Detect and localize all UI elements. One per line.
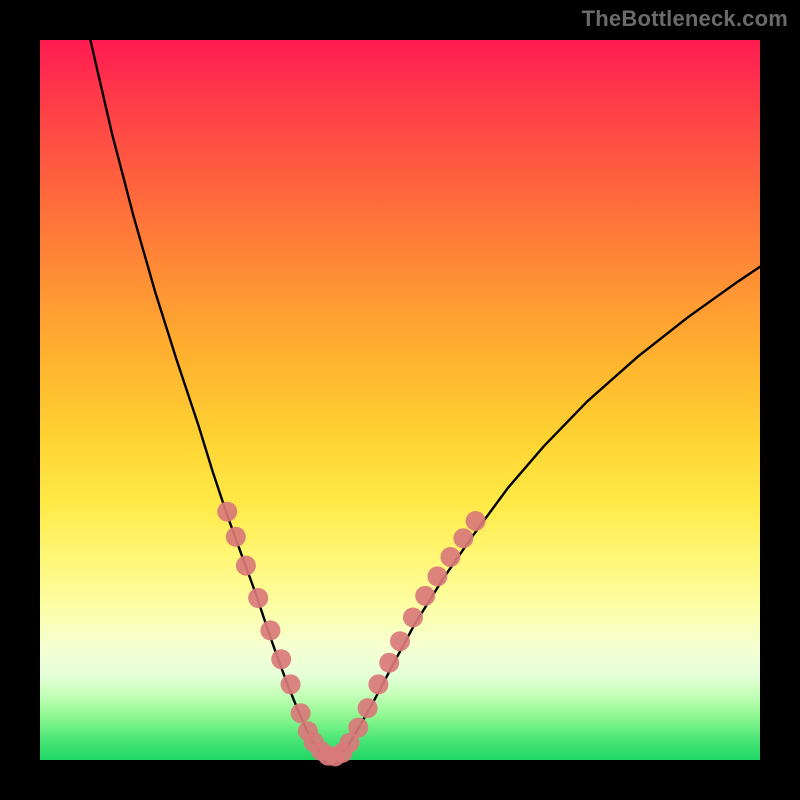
marker-group: [217, 502, 485, 767]
data-marker: [348, 718, 368, 738]
data-marker: [217, 502, 237, 522]
data-marker: [466, 511, 486, 531]
watermark-text: TheBottleneck.com: [582, 6, 788, 32]
chart-frame: TheBottleneck.com: [0, 0, 800, 800]
data-marker: [281, 674, 301, 694]
data-marker: [248, 588, 268, 608]
data-marker: [260, 620, 280, 640]
data-marker: [453, 528, 473, 548]
data-marker: [390, 631, 410, 651]
data-marker: [427, 566, 447, 586]
data-marker: [236, 556, 256, 576]
plot-area: [40, 40, 760, 760]
data-marker: [379, 653, 399, 673]
curve-group: [90, 40, 760, 758]
data-marker: [358, 698, 378, 718]
chart-svg: [40, 40, 760, 760]
data-marker: [368, 674, 388, 694]
data-marker: [415, 586, 435, 606]
data-marker: [271, 649, 291, 669]
data-marker: [440, 547, 460, 567]
data-marker: [403, 607, 423, 627]
data-marker: [226, 527, 246, 547]
bottleneck-curve: [90, 40, 760, 758]
data-marker: [291, 703, 311, 723]
